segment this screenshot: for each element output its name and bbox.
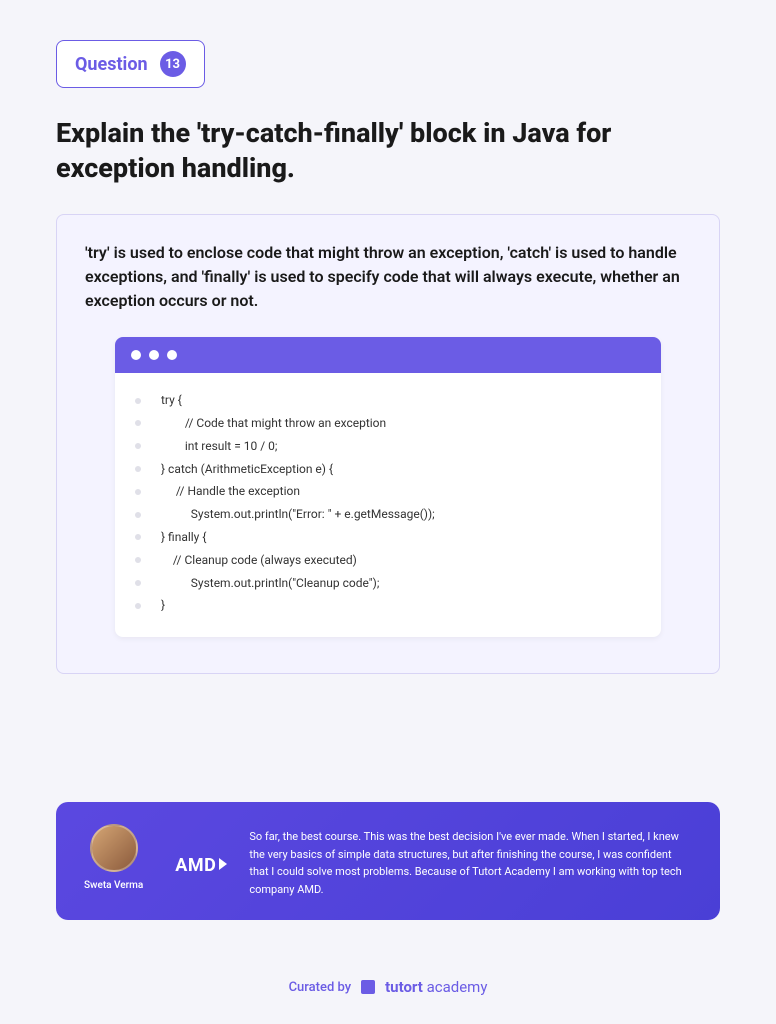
company-text: AMD [175, 855, 216, 876]
testimonial-company-logo: AMD [175, 855, 227, 876]
brand-bold: tutort [385, 978, 423, 996]
testimonial-card: Sweta Verma AMD So far, the best course.… [56, 802, 720, 920]
testimonial-author: Sweta Verma [84, 824, 143, 891]
line-bullet-icon [135, 580, 141, 586]
question-badge: Question 13 [56, 40, 205, 88]
code-text: int result = 10 / 0; [161, 435, 277, 458]
amd-arrow-icon [219, 858, 227, 870]
testimonial-name: Sweta Verma [84, 880, 143, 891]
line-bullet-icon [135, 420, 141, 426]
question-label: Question [75, 54, 148, 75]
code-line: } [135, 594, 641, 617]
code-line: int result = 10 / 0; [135, 435, 641, 458]
code-window: try { // Code that might throw an except… [115, 337, 661, 637]
question-title: Explain the 'try-catch-finally' block in… [56, 116, 720, 186]
line-bullet-icon [135, 466, 141, 472]
question-number: 13 [160, 51, 186, 77]
brand-name: tutort academy [385, 978, 487, 996]
curated-by-label: Curated by [289, 980, 352, 995]
line-bullet-icon [135, 557, 141, 563]
footer-brand: Curated by tutort academy [0, 978, 776, 996]
testimonial-text: So far, the best course. This was the be… [249, 828, 692, 898]
line-bullet-icon [135, 534, 141, 540]
code-line: System.out.println("Cleanup code"); [135, 572, 641, 595]
line-bullet-icon [135, 443, 141, 449]
page-container: Question 13 Explain the 'try-catch-final… [0, 0, 776, 714]
code-line: // Code that might throw an exception [135, 412, 641, 435]
code-line: } catch (ArithmeticException e) { [135, 458, 641, 481]
line-bullet-icon [135, 603, 141, 609]
brand-icon [361, 980, 375, 994]
code-text: } [161, 594, 165, 617]
code-text: System.out.println("Error: " + e.getMess… [161, 503, 435, 526]
answer-text: 'try' is used to enclose code that might… [85, 241, 691, 313]
code-text: // Handle the exception [161, 480, 300, 503]
code-text: } catch (ArithmeticException e) { [161, 458, 333, 481]
code-line: // Cleanup code (always executed) [135, 549, 641, 572]
code-line: // Handle the exception [135, 480, 641, 503]
avatar [90, 824, 138, 872]
answer-card: 'try' is used to enclose code that might… [56, 214, 720, 674]
line-bullet-icon [135, 489, 141, 495]
line-bullet-icon [135, 512, 141, 518]
code-text: // Code that might throw an exception [161, 412, 386, 435]
code-text: try { [161, 389, 182, 412]
line-bullet-icon [135, 398, 141, 404]
titlebar-dot-icon [149, 350, 159, 360]
code-text: // Cleanup code (always executed) [161, 549, 357, 572]
code-text: } finally { [161, 526, 206, 549]
code-text: System.out.println("Cleanup code"); [161, 572, 379, 595]
code-line: System.out.println("Error: " + e.getMess… [135, 503, 641, 526]
titlebar-dot-icon [131, 350, 141, 360]
code-titlebar [115, 337, 661, 373]
code-body: try { // Code that might throw an except… [115, 373, 661, 637]
code-line: try { [135, 389, 641, 412]
titlebar-dot-icon [167, 350, 177, 360]
brand-light: academy [423, 978, 488, 996]
code-line: } finally { [135, 526, 641, 549]
